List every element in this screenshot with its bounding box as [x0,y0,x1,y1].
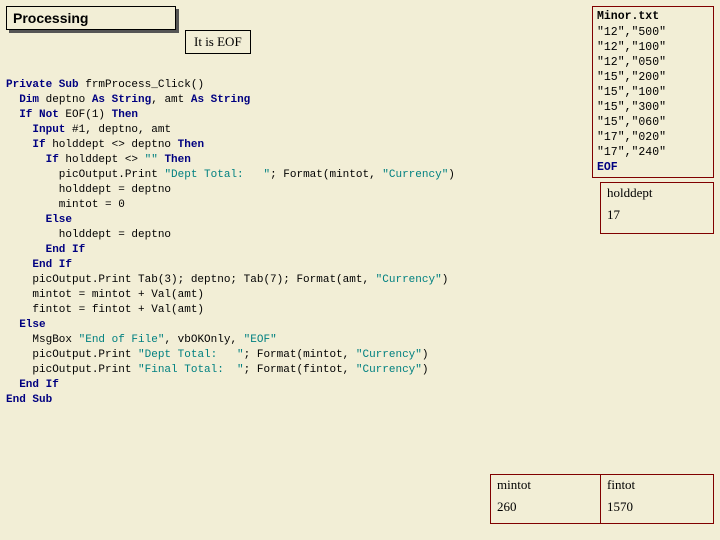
eof-note-box: It is EOF [185,30,251,54]
txt: ) [442,274,449,286]
kw: Then [164,154,190,166]
kw: Else [6,319,46,331]
str: "Final Total: " [138,364,244,376]
str: "End of File" [79,334,165,346]
txt: deptno [39,94,92,106]
mintot-box: mintot 260 [490,474,604,524]
txt: mintot = 0 [6,199,125,211]
txt: MsgBox [6,334,79,346]
str: "Currency" [376,274,442,286]
kw: As String [92,94,151,106]
fintot-value: 1570 [607,499,707,515]
holddept-value: 17 [607,207,707,223]
txt: holddept = deptno [6,229,171,241]
file-row: "12","100" [597,40,709,55]
kw: If [6,154,59,166]
file-row: "12","050" [597,55,709,70]
txt: #1, deptno, amt [65,124,171,136]
txt: , vbOKOnly, [164,334,243,346]
txt: ) [422,364,429,376]
txt: ) [448,169,455,181]
kw: Then [112,109,138,121]
fintot-box: fintot 1570 [600,474,714,524]
kw: End Sub [6,394,52,406]
str: "Currency" [356,349,422,361]
str: "Currency" [382,169,448,181]
title-box: Processing [6,6,176,30]
str: "Dept Total: " [138,349,244,361]
txt: holddept = deptno [6,184,171,196]
file-row: "15","300" [597,100,709,115]
txt: holddept <> [59,154,145,166]
kw: Else [6,214,72,226]
kw: If [6,139,46,151]
txt: picOutput.Print [6,349,138,361]
mintot-label: mintot [497,477,597,493]
file-row: "17","020" [597,130,709,145]
file-eof: EOF [597,160,709,175]
kw: If Not [6,109,59,121]
txt: , amt [151,94,191,106]
fintot-label: fintot [607,477,707,493]
holddept-label: holddept [607,185,707,201]
kw: End If [6,259,72,271]
txt: picOutput.Print [6,364,138,376]
file-row: "12","500" [597,25,709,40]
txt: mintot = mintot + Val(amt) [6,289,204,301]
txt: ; Format(mintot, [270,169,382,181]
file-row: "17","240" [597,145,709,160]
txt: holddept <> deptno [46,139,178,151]
kw: Then [178,139,204,151]
code-listing: Private Sub frmProcess_Click() Dim deptn… [6,78,455,408]
str: "Currency" [356,364,422,376]
page-title: Processing [13,10,88,26]
holddept-box: holddept 17 [600,182,714,234]
file-box: Minor.txt "12","500" "12","100" "12","05… [592,6,714,178]
eof-note: It is EOF [194,34,242,49]
kw: As String [191,94,250,106]
file-row: "15","060" [597,115,709,130]
txt: ) [422,349,429,361]
file-name: Minor.txt [597,9,709,24]
kw: End If [6,379,59,391]
txt: frmProcess_Click() [79,79,204,91]
txt: ; Format(mintot, [244,349,356,361]
kw: Input [6,124,65,136]
kw: End If [6,244,85,256]
txt: picOutput.Print Tab(3); deptno; Tab(7); … [6,274,376,286]
file-row: "15","200" [597,70,709,85]
txt: picOutput.Print [6,169,164,181]
file-row: "15","100" [597,85,709,100]
str: "" [145,154,158,166]
txt: fintot = fintot + Val(amt) [6,304,204,316]
kw: Dim [6,94,39,106]
txt: ; Format(fintot, [244,364,356,376]
txt: EOF(1) [59,109,112,121]
mintot-value: 260 [497,499,597,515]
kw: Private Sub [6,79,79,91]
str: "EOF" [244,334,277,346]
str: "Dept Total: " [164,169,270,181]
